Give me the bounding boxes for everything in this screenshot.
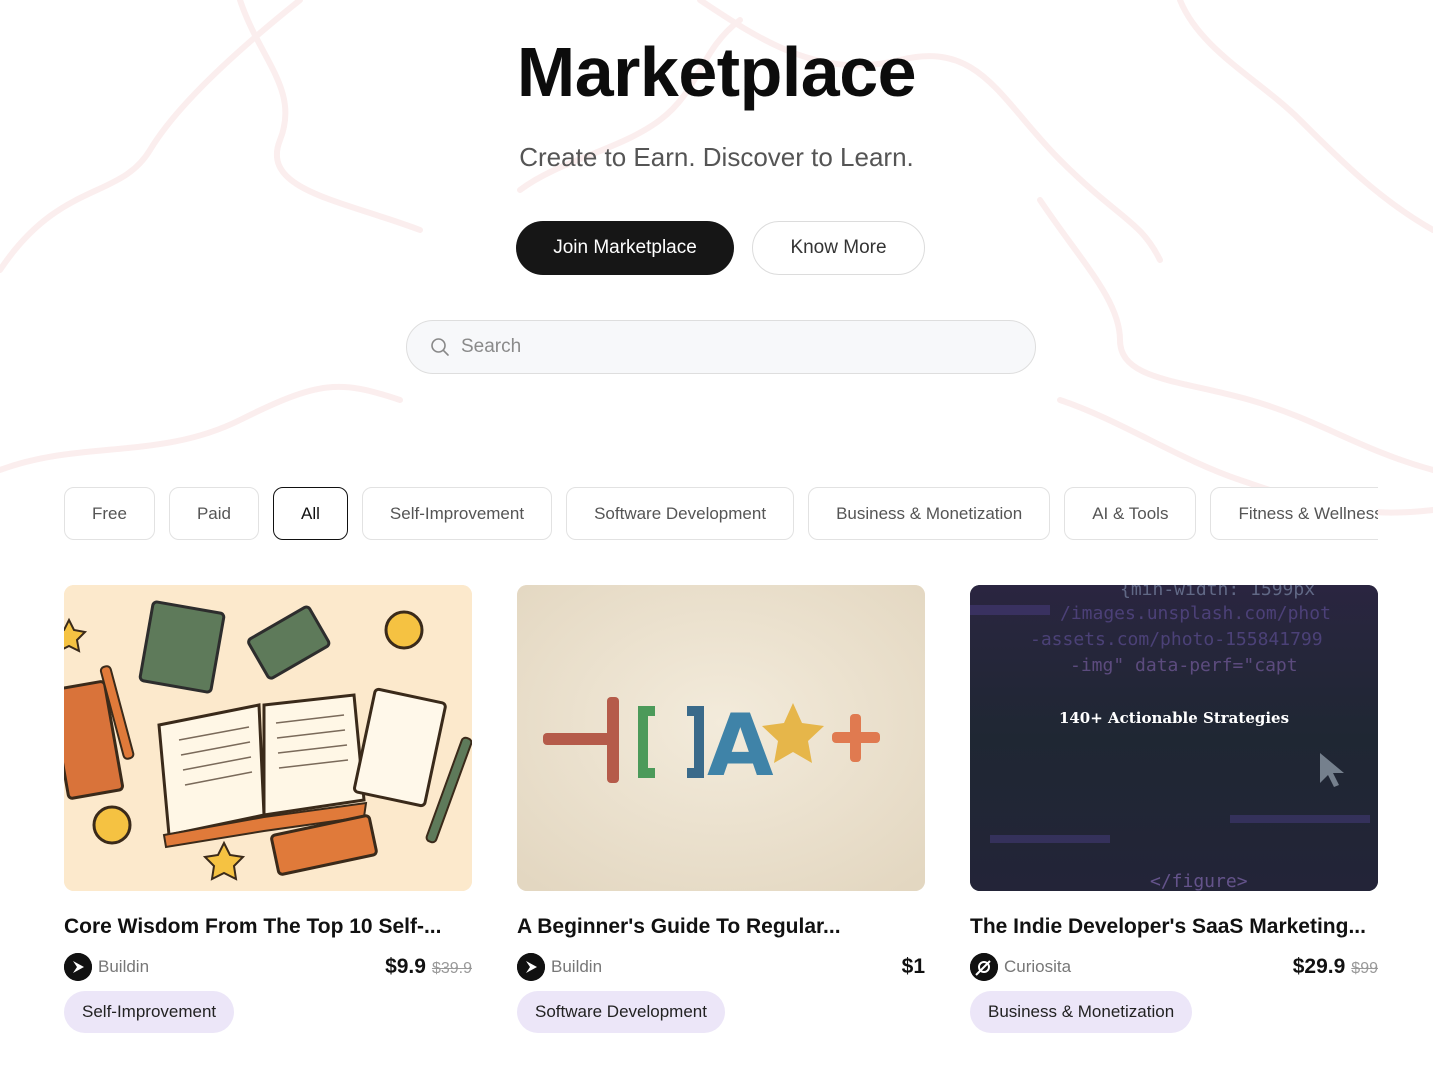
svg-text:-img" data-perf="capt: -img" data-perf="capt <box>1070 655 1298 676</box>
svg-text:</figure>: </figure> <box>1150 871 1248 891</box>
author[interactable]: Buildin <box>517 953 602 981</box>
price: $29.9 <box>1292 955 1346 978</box>
search-icon <box>429 336 451 358</box>
card-meta: Buildin $1 <box>517 953 925 981</box>
search-bar[interactable] <box>406 320 1036 374</box>
product-grid: Core Wisdom From The Top 10 Self-... Bui… <box>64 585 1378 1033</box>
price: $9.9 <box>385 955 426 978</box>
card-meta: Curiosita $29.9 $99 <box>970 953 1378 981</box>
card-image-code[interactable]: {min-width: 1599px /images.unsplash.com/… <box>970 585 1378 891</box>
svg-text:{min-width: 1599px: {min-width: 1599px <box>1120 585 1315 600</box>
svg-text:-assets.com/photo-155841799: -assets.com/photo-155841799 <box>1030 629 1323 650</box>
filter-chip-free[interactable]: Free <box>64 487 155 540</box>
buildin-logo-icon <box>64 953 92 981</box>
author[interactable]: Curiosita <box>970 953 1071 981</box>
card-title[interactable]: A Beginner's Guide To Regular... <box>517 915 925 939</box>
original-price: $99 <box>1351 960 1378 977</box>
price: $1 <box>901 955 925 978</box>
page-subtitle: Create to Earn. Discover to Learn. <box>519 142 914 172</box>
filter-chip-fitness-wellness[interactable]: Fitness & Wellness <box>1210 487 1378 540</box>
filter-chip-paid[interactable]: Paid <box>168 487 259 540</box>
author-name: Curiosita <box>1004 957 1072 976</box>
page-title: Marketplace <box>516 33 917 111</box>
category-tag[interactable]: Self-Improvement <box>64 991 235 1033</box>
card-title[interactable]: Core Wisdom From The Top 10 Self-... <box>64 915 472 939</box>
price-box: $1 <box>902 955 925 979</box>
svg-text:A: A <box>707 696 774 796</box>
filter-chip-ai-tools[interactable]: AI & Tools <box>1064 487 1197 540</box>
product-card[interactable]: A A Beginner's Guide To Regular... Build… <box>517 585 925 1033</box>
card-image-regex[interactable]: A <box>517 585 925 891</box>
curiosita-logo-icon <box>970 953 998 981</box>
author-name: Buildin <box>98 957 150 976</box>
product-card[interactable]: Core Wisdom From The Top 10 Self-... Bui… <box>64 585 472 1033</box>
price-box: $29.9 $99 <box>1293 955 1378 979</box>
filter-chip-all[interactable]: All <box>273 487 348 540</box>
buildin-logo-icon <box>517 953 545 981</box>
author[interactable]: Buildin <box>64 953 149 981</box>
author-name: Buildin <box>551 957 603 976</box>
category-tag[interactable]: Software Development <box>517 991 725 1033</box>
category-tag[interactable]: Business & Monetization <box>970 991 1193 1033</box>
product-card[interactable]: {min-width: 1599px /images.unsplash.com/… <box>970 585 1378 1033</box>
original-price: $39.9 <box>431 960 472 977</box>
card-image-caption: 140+ Actionable Strategies <box>1058 709 1290 727</box>
filter-chip-software-development[interactable]: Software Development <box>566 487 795 540</box>
card-title[interactable]: The Indie Developer's SaaS Marketing... <box>970 915 1378 939</box>
filter-chip-self-improvement[interactable]: Self-Improvement <box>361 487 553 540</box>
svg-text:/images.unsplash.com/phot: /images.unsplash.com/phot <box>1060 603 1331 624</box>
category-filter-bar: Free Paid All Self-Improvement Software Deve… <box>64 487 1378 541</box>
join-marketplace-button[interactable]: Join Marketplace <box>516 221 734 275</box>
search-input[interactable] <box>461 336 1001 358</box>
filter-chip-business-monetization[interactable]: Business & Monetization <box>808 487 1051 540</box>
price-box: $9.9 $39.9 <box>385 955 472 979</box>
card-image-books[interactable] <box>64 585 472 891</box>
card-meta: Buildin $9.9 $39.9 <box>64 953 472 981</box>
know-more-button[interactable]: Know More <box>752 221 925 275</box>
